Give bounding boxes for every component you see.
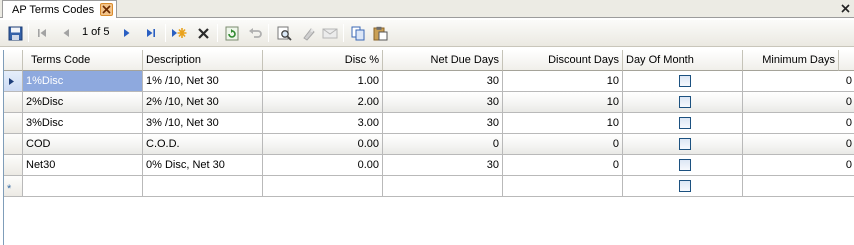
column-header-day-of-month[interactable]: Day Of Month <box>623 50 743 71</box>
row-selector[interactable] <box>4 113 23 134</box>
delete-icon[interactable] <box>195 25 211 41</box>
cell-day-of-month <box>623 113 743 134</box>
table-row[interactable]: 3%Disc 3% /10, Net 30 3.00 30 10 0 <box>4 113 854 134</box>
copy-icon[interactable] <box>350 25 366 41</box>
refresh-icon[interactable] <box>224 25 240 41</box>
next-record-icon[interactable] <box>119 25 135 41</box>
toolbar-separator <box>165 24 166 42</box>
cell-discount-days[interactable]: 10 <box>503 71 623 92</box>
cell-disc-pct[interactable]: 1.00 <box>263 71 383 92</box>
paste-icon[interactable] <box>372 25 388 41</box>
cell-minimum-days[interactable]: 0 <box>743 113 854 134</box>
cell-description[interactable]: 3% /10, Net 30 <box>143 113 263 134</box>
row-selector[interactable] <box>4 155 23 176</box>
day-of-month-checkbox[interactable] <box>679 138 691 150</box>
tab-ap-terms-codes[interactable]: AP Terms Codes <box>2 0 117 18</box>
cell-day-of-month <box>623 71 743 92</box>
cell-description[interactable]: 1% /10, Net 30 <box>143 71 263 92</box>
cell-discount-days[interactable]: 0 <box>503 155 623 176</box>
cell-description[interactable]: 2% /10, Net 30 <box>143 92 263 113</box>
cell-terms-code[interactable] <box>23 176 143 197</box>
add-new-icon[interactable] <box>171 25 187 41</box>
cell-minimum-days[interactable]: 0 <box>743 92 854 113</box>
cell-terms-code[interactable]: 3%Disc <box>23 113 143 134</box>
row-selector[interactable]: * <box>4 176 23 197</box>
cell-disc-pct[interactable]: 0.00 <box>263 134 383 155</box>
cell-description[interactable]: C.O.D. <box>143 134 263 155</box>
cell-day-of-month <box>623 155 743 176</box>
cell-description[interactable]: 0% Disc, Net 30 <box>143 155 263 176</box>
tab-label: AP Terms Codes <box>12 3 95 16</box>
cell-discount-days[interactable]: 10 <box>503 92 623 113</box>
day-of-month-checkbox[interactable] <box>679 180 691 192</box>
cell-minimum-days[interactable] <box>743 176 854 197</box>
grid-header-row: Terms Code Description Disc % Net Due Da… <box>4 50 854 71</box>
save-icon[interactable] <box>7 25 23 41</box>
table-row[interactable]: COD C.O.D. 0.00 0 0 0 <box>4 134 854 155</box>
undo-icon[interactable] <box>247 25 263 41</box>
cell-discount-days[interactable]: 0 <box>503 134 623 155</box>
cell-description[interactable] <box>143 176 263 197</box>
close-window-icon[interactable] <box>839 2 852 15</box>
cell-discount-days[interactable]: 10 <box>503 113 623 134</box>
column-header-discount-days[interactable]: Discount Days <box>503 50 623 71</box>
cell-net-due-days[interactable]: 30 <box>383 92 503 113</box>
column-header-terms-code[interactable]: Terms Code <box>23 50 143 71</box>
cell-disc-pct[interactable] <box>263 176 383 197</box>
find-icon[interactable] <box>276 25 292 41</box>
new-record-row[interactable]: * <box>4 176 854 197</box>
day-of-month-checkbox[interactable] <box>679 117 691 129</box>
first-record-icon[interactable] <box>34 25 50 41</box>
record-position: 1 of 5 <box>82 26 110 38</box>
table-row[interactable]: 1%Disc 1% /10, Net 30 1.00 30 10 0 <box>4 71 854 92</box>
row-selector[interactable] <box>4 71 23 92</box>
previous-record-icon[interactable] <box>58 25 74 41</box>
day-of-month-checkbox[interactable] <box>679 96 691 108</box>
cell-net-due-days[interactable]: 30 <box>383 71 503 92</box>
column-header-description[interactable]: Description <box>143 50 263 71</box>
column-header-net-due-days[interactable]: Net Due Days <box>383 50 503 71</box>
current-row-arrow-icon <box>9 78 14 85</box>
row-selector[interactable] <box>4 134 23 155</box>
toolbar-separator <box>28 24 29 42</box>
cell-day-of-month <box>623 176 743 197</box>
navigator-toolbar: 1 of 5 <box>0 20 854 47</box>
cell-day-of-month <box>623 134 743 155</box>
cell-disc-pct[interactable]: 2.00 <box>263 92 383 113</box>
table-row[interactable]: 2%Disc 2% /10, Net 30 2.00 30 10 0 <box>4 92 854 113</box>
new-row-icon: * <box>7 183 12 195</box>
email-icon[interactable] <box>322 25 338 41</box>
cell-net-due-days[interactable]: 0 <box>383 134 503 155</box>
last-record-icon[interactable] <box>143 25 159 41</box>
table-row[interactable]: Net30 0% Disc, Net 30 0.00 30 0 0 <box>4 155 854 176</box>
cell-minimum-days[interactable]: 0 <box>743 155 854 176</box>
toolbar-separator <box>343 24 344 42</box>
cell-minimum-days[interactable]: 0 <box>743 134 854 155</box>
day-of-month-checkbox[interactable] <box>679 159 691 171</box>
cell-terms-code[interactable]: Net30 <box>23 155 143 176</box>
close-tab-icon[interactable] <box>100 3 113 16</box>
header-filler <box>839 50 854 71</box>
filter-icon[interactable] <box>300 25 316 41</box>
terms-codes-grid[interactable]: Terms Code Description Disc % Net Due Da… <box>3 50 854 245</box>
document-tab-strip: AP Terms Codes <box>0 0 854 18</box>
toolbar-separator <box>268 24 269 42</box>
cell-day-of-month <box>623 92 743 113</box>
cell-net-due-days[interactable] <box>383 176 503 197</box>
cell-minimum-days[interactable]: 0 <box>743 71 854 92</box>
cell-disc-pct[interactable]: 3.00 <box>263 113 383 134</box>
cell-terms-code[interactable]: COD <box>23 134 143 155</box>
cell-terms-code[interactable]: 2%Disc <box>23 92 143 113</box>
header-corner <box>4 50 23 71</box>
toolbar-separator <box>217 24 218 42</box>
cell-net-due-days[interactable]: 30 <box>383 155 503 176</box>
column-header-minimum-days[interactable]: Minimum Days <box>743 50 839 71</box>
cell-net-due-days[interactable]: 30 <box>383 113 503 134</box>
cell-discount-days[interactable] <box>503 176 623 197</box>
day-of-month-checkbox[interactable] <box>679 75 691 87</box>
cell-disc-pct[interactable]: 0.00 <box>263 155 383 176</box>
column-header-disc-pct[interactable]: Disc % <box>263 50 383 71</box>
row-selector[interactable] <box>4 92 23 113</box>
cell-terms-code[interactable]: 1%Disc <box>23 71 143 92</box>
